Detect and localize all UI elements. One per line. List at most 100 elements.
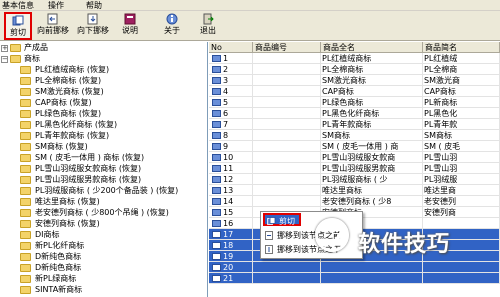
- menu-operation[interactable]: 操作: [48, 0, 64, 11]
- folder-icon: [20, 121, 31, 129]
- table-row[interactable]: 10 PL雪山羽绒服女款商 PL雪山羽: [209, 152, 500, 163]
- folder-icon: [20, 231, 31, 239]
- table-cell-name: [321, 273, 423, 284]
- exit-button[interactable]: 退出: [198, 12, 218, 40]
- table-cell-name: PL全棉商标: [321, 64, 423, 75]
- table-row[interactable]: 7 PL青年款商标 PL青年款: [209, 119, 500, 130]
- table-cell-code: [253, 196, 321, 207]
- column-header-short-name[interactable]: 商品简名: [423, 42, 500, 53]
- table-row[interactable]: 2 PL全棉商标 PL全棉商: [209, 64, 500, 75]
- exit-label: 退出: [200, 26, 216, 35]
- table-row[interactable]: 21: [209, 273, 500, 284]
- product-row-icon: [212, 198, 221, 205]
- table-cell-code: [253, 86, 321, 97]
- table-row[interactable]: 3 SM激光商标 SM激光商: [209, 75, 500, 86]
- folder-icon: [20, 187, 31, 195]
- table-cell-no: 10: [222, 152, 253, 163]
- table-row[interactable]: 13 唯达里商标 唯达里商: [209, 185, 500, 196]
- category-tree: + 产成品 − 商标 PL红植绒商标 (恢复) PL全棉商标 (恢复) SM激光商标…: [0, 42, 208, 297]
- move-forward-label: 向前挪移: [37, 26, 69, 35]
- table-row[interactable]: 6 PL黑色化纤商标 PL黑色化: [209, 108, 500, 119]
- product-row-icon: [212, 264, 221, 271]
- folder-icon: [20, 198, 31, 206]
- table-cell-code: [253, 130, 321, 141]
- context-move-under-item[interactable]: 挪移到该节点之下: [263, 243, 361, 256]
- table-row[interactable]: 9 SM ( 皮毛一体用 ) 商 SM ( 皮毛: [209, 141, 500, 152]
- table-cell-code: [253, 163, 321, 174]
- table-cell-code: [253, 273, 321, 284]
- table-cell-short: PL雪山羽: [423, 152, 500, 163]
- folder-icon: [20, 220, 31, 228]
- product-row-icon: [212, 132, 221, 139]
- table-cell-name: SM激光商标: [321, 75, 423, 86]
- help-button[interactable]: 说明: [120, 12, 140, 40]
- product-row-icon: [212, 231, 221, 238]
- table-cell-name: PL羽绒服商标 ( 少: [321, 174, 423, 185]
- table-cell-short: CAP商标: [423, 86, 500, 97]
- table-row[interactable]: 4 CAP商标 CAP商标: [209, 86, 500, 97]
- expand-toggle-icon[interactable]: +: [1, 45, 8, 52]
- table-row[interactable]: 20: [209, 262, 500, 273]
- folder-icon: [10, 44, 21, 52]
- move-forward-button[interactable]: 向前挪移: [36, 12, 70, 40]
- table-cell-no: 5: [222, 97, 253, 108]
- table-cell-short: 唯达里商: [423, 185, 500, 196]
- table-cell-code: [253, 108, 321, 119]
- table-cell-short: PL红植绒: [423, 53, 500, 64]
- column-header-code[interactable]: 商品编号: [253, 42, 321, 53]
- table-row[interactable]: 8 SM商标 SM商标: [209, 130, 500, 141]
- table-row[interactable]: 1 PL红植绒商标 PL红植绒: [209, 53, 500, 64]
- table-cell-name: PL青年款商标: [321, 119, 423, 130]
- table-cell-name: [321, 262, 423, 273]
- table-cell-short: PL全棉商: [423, 64, 500, 75]
- collapse-toggle-icon[interactable]: −: [1, 56, 8, 63]
- context-cut-item[interactable]: 剪切: [263, 213, 301, 226]
- move-down-label: 向下挪移: [77, 26, 109, 35]
- table-cell-short: SM商标: [423, 130, 500, 141]
- table-row[interactable]: 5 PL绿色商标 PL新商标: [209, 97, 500, 108]
- cut-button[interactable]: 剪切: [4, 12, 32, 40]
- help-label: 说明: [122, 26, 138, 35]
- table-cell-code: [253, 97, 321, 108]
- folder-icon: [20, 154, 31, 162]
- move-down-button[interactable]: 向下挪移: [75, 12, 111, 40]
- folder-icon: [20, 88, 31, 96]
- table-cell-code: [253, 174, 321, 185]
- product-row-icon: [212, 88, 221, 95]
- folder-icon: [20, 275, 31, 283]
- cut-button-label: 剪切: [10, 28, 26, 37]
- product-row-icon: [212, 55, 221, 62]
- table-cell-no: 4: [222, 86, 253, 97]
- table-cell-code: [253, 185, 321, 196]
- table-row[interactable]: 12 PL羽绒服商标 ( 少 PL羽绒服: [209, 174, 500, 185]
- about-label: 关于: [164, 26, 180, 35]
- context-item-label: 剪切: [279, 217, 295, 226]
- table-row[interactable]: 11 PL雪山羽绒服男款商 PL雪山羽: [209, 163, 500, 174]
- table-cell-no: 18: [222, 240, 253, 251]
- folder-icon: [20, 143, 31, 151]
- table-cell-no: 15: [222, 207, 253, 218]
- table-cell-short: SM激光商: [423, 75, 500, 86]
- folder-icon: [20, 165, 31, 173]
- column-header-no[interactable]: No: [209, 42, 253, 53]
- watermark-check-icon: [315, 218, 349, 252]
- product-row-icon: [212, 253, 221, 260]
- menu-help[interactable]: 帮助: [86, 0, 102, 11]
- product-row-icon: [212, 154, 221, 161]
- cut-icon: [12, 15, 24, 26]
- product-row-icon: [212, 242, 221, 249]
- folder-icon: [20, 66, 31, 74]
- product-row-icon: [212, 77, 221, 84]
- table-cell-no: 11: [222, 163, 253, 174]
- product-row-icon: [212, 99, 221, 106]
- product-row-icon: [212, 176, 221, 183]
- column-header-name[interactable]: 商品全名: [321, 42, 423, 53]
- product-row-icon: [212, 209, 221, 216]
- product-row-icon: [212, 121, 221, 128]
- table-cell-code: [253, 152, 321, 163]
- table-row[interactable]: 14 老安德列商标 ( 少8 老安德列: [209, 196, 500, 207]
- about-button[interactable]: 关于: [162, 12, 182, 40]
- table-cell-no: 6: [222, 108, 253, 119]
- table-cell-short: [423, 262, 500, 273]
- menu-basic-info[interactable]: 基本信息: [2, 0, 34, 11]
